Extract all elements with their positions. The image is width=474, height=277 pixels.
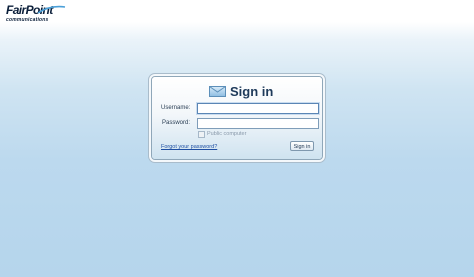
sign-in-title: Sign in xyxy=(230,84,274,99)
public-computer-label: Public computer xyxy=(207,131,247,137)
username-label: Username: xyxy=(161,105,191,111)
sign-in-button[interactable]: Sign in xyxy=(290,141,314,151)
brand-tagline: communications xyxy=(6,17,49,23)
sign-in-header: Sign in xyxy=(152,82,322,99)
sign-in-panel-body: Sign in Username: Password: Public compu… xyxy=(152,77,322,159)
envelope-icon xyxy=(209,86,226,97)
sign-in-panel: Sign in Username: Password: Public compu… xyxy=(151,76,323,160)
public-computer-checkbox[interactable] xyxy=(198,131,205,138)
password-label: Password: xyxy=(162,120,191,126)
username-input[interactable] xyxy=(197,103,319,114)
brand-logo: FairPoint communications xyxy=(6,4,72,28)
password-input[interactable] xyxy=(197,118,319,129)
fairpoint-swoosh-icon xyxy=(37,5,66,14)
forgot-password-link[interactable]: Forgot your password? xyxy=(161,143,217,151)
